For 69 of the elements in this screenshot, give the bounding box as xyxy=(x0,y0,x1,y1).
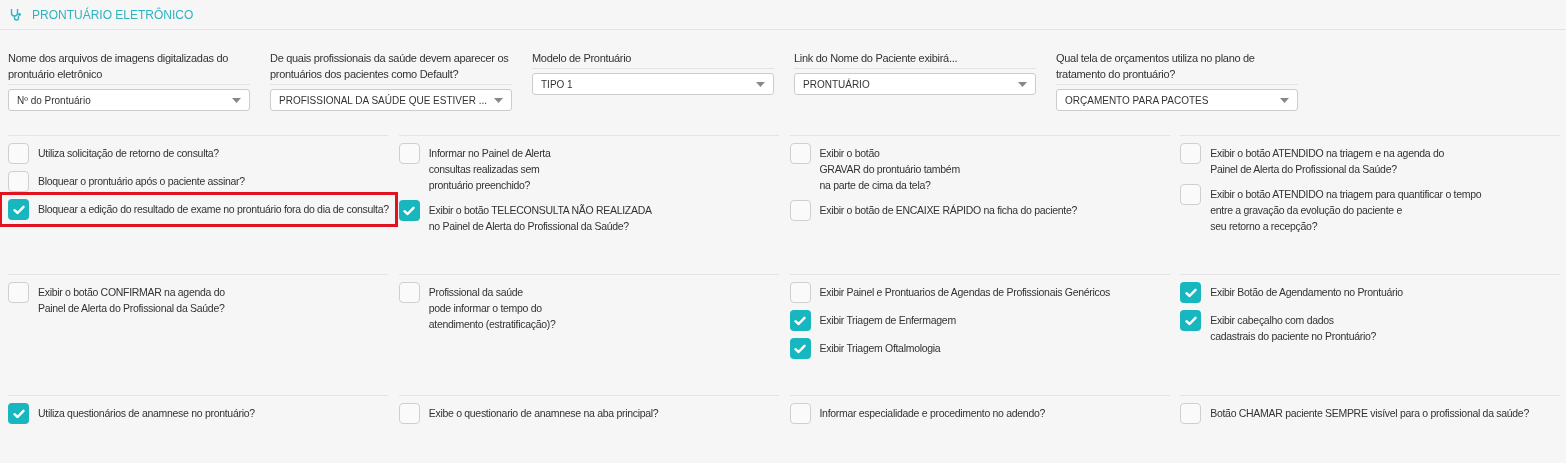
field-label: Modelo de Prontuário xyxy=(532,50,774,69)
select-field[interactable]: PRONTUÁRIO xyxy=(794,73,1036,95)
checkbox-label: Exibir Triagem de Enfermagem xyxy=(819,313,956,328)
checkbox[interactable] xyxy=(1180,282,1202,303)
checkbox[interactable] xyxy=(789,310,811,331)
checkmark-icon xyxy=(1184,287,1197,298)
select-value: ORÇAMENTO PARA PACOTES xyxy=(1065,93,1209,108)
checkbox-label: Utiliza solicitação de retorno de consulta? xyxy=(38,146,219,161)
checkbox-label: Exibe o questionario de anamnese na aba principal? xyxy=(428,406,659,421)
checkbox-label: Bloquear a edição do resultado de exame no prontuário fora do dia de consulta? xyxy=(38,202,389,217)
checkbox[interactable] xyxy=(789,200,811,221)
select-value: TIPO 1 xyxy=(541,77,573,92)
checkbox[interactable] xyxy=(789,338,811,359)
checkbox-label: Exibir o botão TELECONSULTA NÃO REALIZADA no Painel de Alerta do Profissional da Saúde? xyxy=(428,203,652,234)
checkbox[interactable] xyxy=(789,143,811,164)
checkbox-label: Utiliza questionários de anamnese no prontuário? xyxy=(38,406,255,421)
caret-icon xyxy=(1280,97,1289,103)
checkbox[interactable] xyxy=(398,403,420,424)
checkbox-label: Exibir cabeçalho com dados cadastrais do paciente no Prontuário? xyxy=(1210,313,1376,344)
checkbox[interactable] xyxy=(398,200,420,221)
caret-icon xyxy=(1018,81,1027,87)
checkbox[interactable] xyxy=(8,199,29,220)
checkmark-icon xyxy=(12,408,25,419)
field-label: Qual tela de orçamentos utiliza no plano de tratamento do prontuário? xyxy=(1056,50,1298,85)
checkbox[interactable] xyxy=(8,282,29,303)
checkbox-label: Exibir o botão ATENDIDO na triagem para quantificar o tempo entre a gravação da evolução do paciente e seu retorno a recepção? xyxy=(1210,187,1482,234)
checkbox-label: Exibir Painel e Prontuarios de Agendas de Profissionais Genéricos xyxy=(819,285,1110,300)
caret-icon xyxy=(494,97,503,103)
stethoscope-icon xyxy=(10,8,22,21)
checkbox-label: Exibir Triagem Oftalmologia xyxy=(819,341,941,356)
checkbox[interactable] xyxy=(789,403,811,424)
checkbox[interactable] xyxy=(789,282,811,303)
select-field[interactable]: Nº do Prontuário xyxy=(8,89,250,111)
field-label: De quais profissionais da saúde devem aparecer os prontuários dos pacientes como Default? xyxy=(270,50,512,85)
checkbox[interactable] xyxy=(1180,310,1202,331)
checkmark-icon xyxy=(12,204,25,215)
select-value: PRONTUÁRIO xyxy=(803,77,870,92)
checkbox-label: Botão CHAMAR paciente SEMPRE visível para o profissional da saúde? xyxy=(1210,406,1529,421)
field-label: Nome dos arquivos de imagens digitalizadas do prontuário eletrônico xyxy=(8,50,250,85)
checkmark-icon xyxy=(794,315,806,326)
select-value: Nº do Prontuário xyxy=(17,93,91,108)
checkbox-label: Profissional da saúde pode informar o tempo do atendimento (estratificação)? xyxy=(428,285,556,332)
checkbox[interactable] xyxy=(8,403,29,424)
select-field[interactable]: TIPO 1 xyxy=(532,73,774,95)
checkmark-icon xyxy=(794,343,806,354)
caret-icon xyxy=(232,97,241,103)
checkbox-label: Informar no Painel de Alerta consultas realizadas sem prontuário preenchido? xyxy=(428,146,551,193)
checkbox[interactable] xyxy=(398,282,420,303)
checkmark-icon xyxy=(1184,315,1197,326)
select-field[interactable]: ORÇAMENTO PARA PACOTES xyxy=(1056,89,1298,111)
checkbox[interactable] xyxy=(1180,184,1202,205)
select-field[interactable]: PROFISSIONAL DA SAÚDE QUE ESTIVER ... xyxy=(270,89,512,111)
caret-icon xyxy=(756,81,765,87)
checkbox-label: Exibir o botão ATENDIDO na triagem e na agenda do Painel de Alerta do Profissional da Saúde? xyxy=(1210,146,1444,177)
checkbox[interactable] xyxy=(8,143,29,164)
checkmark-icon xyxy=(403,205,416,216)
section-title: PRONTUÁRIO ELETRÔNICO xyxy=(32,6,194,24)
field-label: Link do Nome do Paciente exibirá... xyxy=(794,50,1036,69)
checkbox[interactable] xyxy=(398,143,420,164)
checkbox-label: Bloquear o prontuário após o paciente assinar? xyxy=(38,174,245,189)
checkbox-label: Informar especialidade e procedimento no adendo? xyxy=(819,406,1045,421)
select-value: PROFISSIONAL DA SAÚDE QUE ESTIVER ... xyxy=(279,93,487,108)
checkbox-label: Exibir Botão de Agendamento no Prontuário xyxy=(1210,285,1403,300)
checkbox[interactable] xyxy=(1180,143,1202,164)
checkbox-label: Exibir o botão de ENCAIXE RÁPIDO na ficha do paciente? xyxy=(819,203,1078,218)
checkbox-label: Exibir o botão GRAVAR do prontuário também na parte de cima da tela? xyxy=(819,146,960,193)
checkbox[interactable] xyxy=(8,171,29,192)
checkbox-label: Exibir o botão CONFIRMAR na agenda do Painel de Alerta do Profissional da Saúde? xyxy=(38,285,225,316)
checkbox[interactable] xyxy=(1180,403,1202,424)
